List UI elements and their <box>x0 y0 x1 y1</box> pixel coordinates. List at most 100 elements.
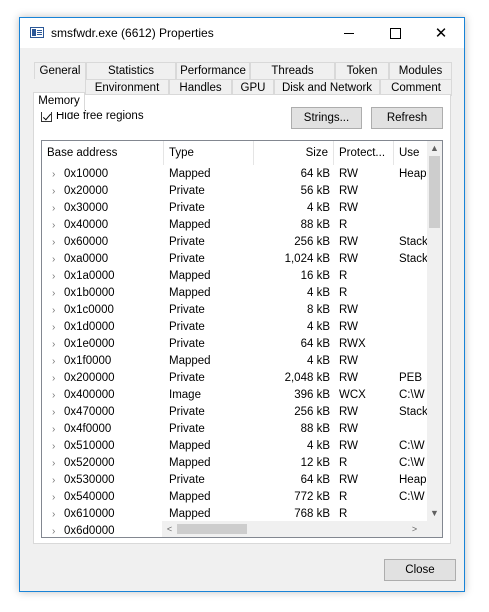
scroll-right-icon[interactable]: > <box>407 521 422 537</box>
size-cell: 64 kB <box>300 474 330 486</box>
type-cell: Private <box>169 372 205 384</box>
type-cell: Private <box>169 406 205 418</box>
base-address-cell: 0x1b0000 <box>64 287 115 299</box>
table-row[interactable]: › 0x520000 Mapped 12 kB R C:\W <box>42 455 427 472</box>
tab-memory[interactable]: Memory <box>33 92 85 112</box>
expand-chevron-icon[interactable]: › <box>52 387 55 404</box>
refresh-button[interactable]: Refresh <box>371 107 443 129</box>
protection-cell: RW <box>339 474 358 486</box>
size-cell: 56 kB <box>300 185 330 197</box>
table-row[interactable]: › 0x1c0000 Private 8 kB RW <box>42 302 427 319</box>
expand-chevron-icon[interactable]: › <box>52 506 55 523</box>
type-cell: Private <box>169 423 205 435</box>
expand-chevron-icon[interactable]: › <box>52 166 55 183</box>
size-cell: 88 kB <box>300 219 330 231</box>
expand-chevron-icon[interactable]: › <box>52 455 55 472</box>
protection-cell: R <box>339 270 348 282</box>
expand-chevron-icon[interactable]: › <box>52 353 55 370</box>
column-header-use[interactable]: Use <box>394 141 427 165</box>
column-header-type[interactable]: Type <box>164 141 254 165</box>
base-address-cell: 0x1f0000 <box>64 355 112 367</box>
horizontal-scrollbar[interactable]: < > <box>162 521 442 537</box>
table-row[interactable]: › 0x1a0000 Mapped 16 kB R <box>42 268 427 285</box>
expand-chevron-icon[interactable]: › <box>52 336 55 353</box>
table-row[interactable]: › 0x510000 Mapped 4 kB RW C:\W <box>42 438 427 455</box>
table-row[interactable]: › 0x200000 Private 2,048 kB RW PEB <box>42 370 427 387</box>
table-row[interactable]: › 0x1e0000 Private 64 kB RWX <box>42 336 427 353</box>
expand-chevron-icon[interactable]: › <box>52 438 55 455</box>
hide-free-regions-checkbox[interactable] <box>41 110 52 122</box>
table-row[interactable]: › 0x30000 Private 4 kB RW <box>42 200 427 217</box>
table-row[interactable]: › 0xa0000 Private 1,024 kB RW Stack <box>42 251 427 268</box>
column-header-base-address[interactable]: Base address <box>42 141 164 165</box>
vertical-scroll-thumb[interactable] <box>429 156 440 228</box>
type-cell: Mapped <box>169 457 211 469</box>
scroll-up-icon[interactable]: ▲ <box>427 141 442 156</box>
table-row[interactable]: › 0x10000 Mapped 64 kB RW Heap <box>42 166 427 183</box>
protection-cell: RW <box>339 372 358 384</box>
table-row[interactable]: › 0x540000 Mapped 772 kB R C:\W <box>42 489 427 506</box>
use-cell <box>399 200 427 217</box>
protection-cell: RW <box>339 168 358 180</box>
expand-chevron-icon[interactable]: › <box>52 183 55 200</box>
expand-chevron-icon[interactable]: › <box>52 489 55 506</box>
expand-chevron-icon[interactable]: › <box>52 268 55 285</box>
table-row[interactable]: › 0x1f0000 Mapped 4 kB RW <box>42 353 427 370</box>
expand-chevron-icon[interactable]: › <box>52 285 55 302</box>
tab-statistics[interactable]: Statistics <box>86 62 176 79</box>
size-cell: 64 kB <box>300 338 330 350</box>
base-address-cell: 0x30000 <box>64 202 109 214</box>
expand-chevron-icon[interactable]: › <box>52 234 55 251</box>
scroll-left-icon[interactable]: < <box>162 521 177 537</box>
expand-chevron-icon[interactable]: › <box>52 200 55 217</box>
size-cell: 88 kB <box>300 423 330 435</box>
table-row[interactable]: › 0x40000 Mapped 88 kB R <box>42 217 427 234</box>
table-row[interactable]: › 0x470000 Private 256 kB RW Stack <box>42 404 427 421</box>
table-row[interactable]: › 0x530000 Private 64 kB RW Heap <box>42 472 427 489</box>
expand-chevron-icon[interactable]: › <box>52 251 55 268</box>
column-header-size[interactable]: Size <box>254 141 334 165</box>
expand-chevron-icon[interactable]: › <box>52 302 55 319</box>
memory-regions-list[interactable]: Base address Type Size Protect... Use › 0… <box>41 140 443 538</box>
table-row[interactable]: › 0x4f0000 Private 88 kB RW <box>42 421 427 438</box>
table-row[interactable]: › 0x60000 Private 256 kB RW Stack <box>42 234 427 251</box>
window-title: smsfwdr.exe (6612) Properties <box>51 26 214 40</box>
use-cell <box>399 319 427 336</box>
horizontal-scroll-thumb[interactable] <box>177 524 247 534</box>
table-row[interactable]: › 0x1b0000 Mapped 4 kB R <box>42 285 427 302</box>
size-cell: 772 kB <box>294 491 330 503</box>
strings-button[interactable]: Strings... <box>291 107 362 129</box>
expand-chevron-icon[interactable]: › <box>52 217 55 234</box>
maximize-button[interactable] <box>372 18 418 48</box>
use-cell <box>399 285 427 302</box>
table-row[interactable]: › 0x20000 Private 56 kB RW <box>42 183 427 200</box>
protection-cell: RW <box>339 406 358 418</box>
vertical-scrollbar[interactable]: ▲ ▼ <box>427 141 442 521</box>
tab-performance[interactable]: Performance <box>176 62 250 79</box>
close-button[interactable]: Close <box>384 559 456 581</box>
scroll-down-icon[interactable]: ▼ <box>427 506 442 521</box>
protection-cell: R <box>339 219 348 231</box>
expand-chevron-icon[interactable]: › <box>52 319 55 336</box>
expand-chevron-icon[interactable]: › <box>52 421 55 438</box>
expand-chevron-icon[interactable]: › <box>52 472 55 489</box>
close-window-button[interactable]: ✕ <box>418 18 464 48</box>
tab-threads[interactable]: Threads <box>250 62 335 79</box>
protection-cell: RW <box>339 423 358 435</box>
column-header-protection[interactable]: Protect... <box>334 141 394 165</box>
base-address-cell: 0x4f0000 <box>64 423 112 435</box>
expand-chevron-icon[interactable]: › <box>52 404 55 421</box>
expand-chevron-icon[interactable]: › <box>52 523 55 537</box>
table-row[interactable]: › 0x400000 Image 396 kB WCX C:\W <box>42 387 427 404</box>
table-row[interactable]: › 0x1d0000 Private 4 kB RW <box>42 319 427 336</box>
app-window-icon <box>30 27 44 38</box>
minimize-button[interactable] <box>326 18 372 48</box>
base-address-cell: 0x470000 <box>64 406 115 418</box>
tab-general[interactable]: General <box>34 62 86 79</box>
tab-modules[interactable]: Modules <box>389 62 452 79</box>
title-bar[interactable]: smsfwdr.exe (6612) Properties ✕ <box>20 18 464 48</box>
type-cell: Mapped <box>169 270 211 282</box>
tab-token[interactable]: Token <box>335 62 389 79</box>
type-cell: Mapped <box>169 355 211 367</box>
expand-chevron-icon[interactable]: › <box>52 370 55 387</box>
